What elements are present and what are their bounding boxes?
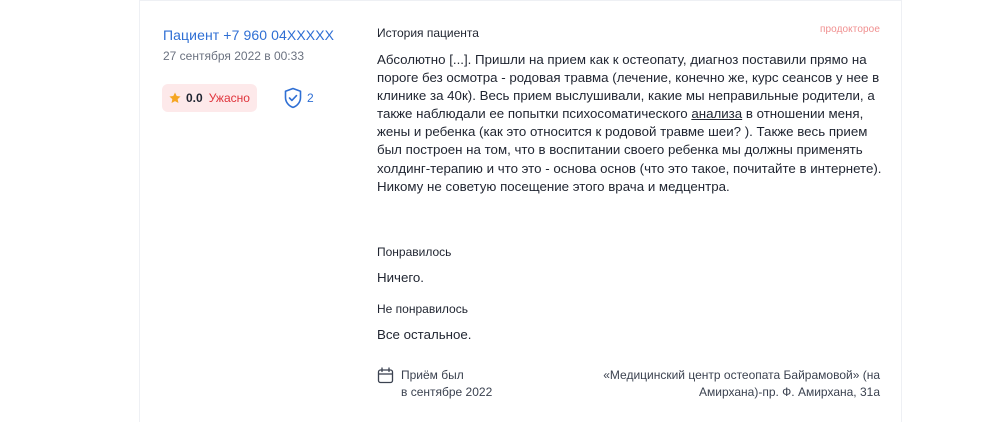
disliked-title: Не понравилось	[377, 302, 468, 316]
clinic-link[interactable]: «Медицинский центр остеопата Байрамовой»…	[560, 367, 880, 401]
verified-reviews-button[interactable]: 2	[283, 85, 314, 111]
analysis-link[interactable]: анализа	[691, 106, 742, 121]
disliked-text: Все остальное.	[377, 327, 472, 342]
card-divider	[140, 0, 901, 1]
source-label: продокторое	[819, 24, 880, 35]
clinic-line-1: «Медицинский центр остеопата Байрамовой»…	[603, 368, 880, 382]
visit-info: Приём был в сентябре 2022	[377, 367, 492, 401]
clinic-line-2: Амирхана)-пр. Ф. Амирхана, 31а	[699, 385, 880, 399]
review-card: Пациент +7 960 04XXXXX 27 сентября 2022 …	[139, 0, 902, 422]
verified-count: 2	[307, 91, 314, 105]
visit-line-2: в сентябре 2022	[401, 385, 493, 399]
liked-title: Понравилось	[377, 245, 452, 259]
review-date: 27 сентября 2022 в 00:33	[163, 49, 304, 63]
review-text: Абсолютно [...]. Пришли на прием как к о…	[377, 51, 887, 196]
rating-label: Ужасно	[208, 91, 250, 105]
calendar-icon	[377, 367, 394, 384]
liked-text: Ничего.	[377, 270, 425, 285]
visit-line-1: Приём был	[401, 368, 464, 382]
history-title: История пациента	[377, 26, 479, 40]
rating-value: 0.0	[186, 91, 203, 105]
review-author-link[interactable]: Пациент +7 960 04XXXXX	[163, 27, 334, 43]
shield-check-icon	[283, 87, 303, 109]
rating-badge: 0.0 Ужасно	[162, 84, 257, 112]
star-icon	[168, 91, 182, 105]
